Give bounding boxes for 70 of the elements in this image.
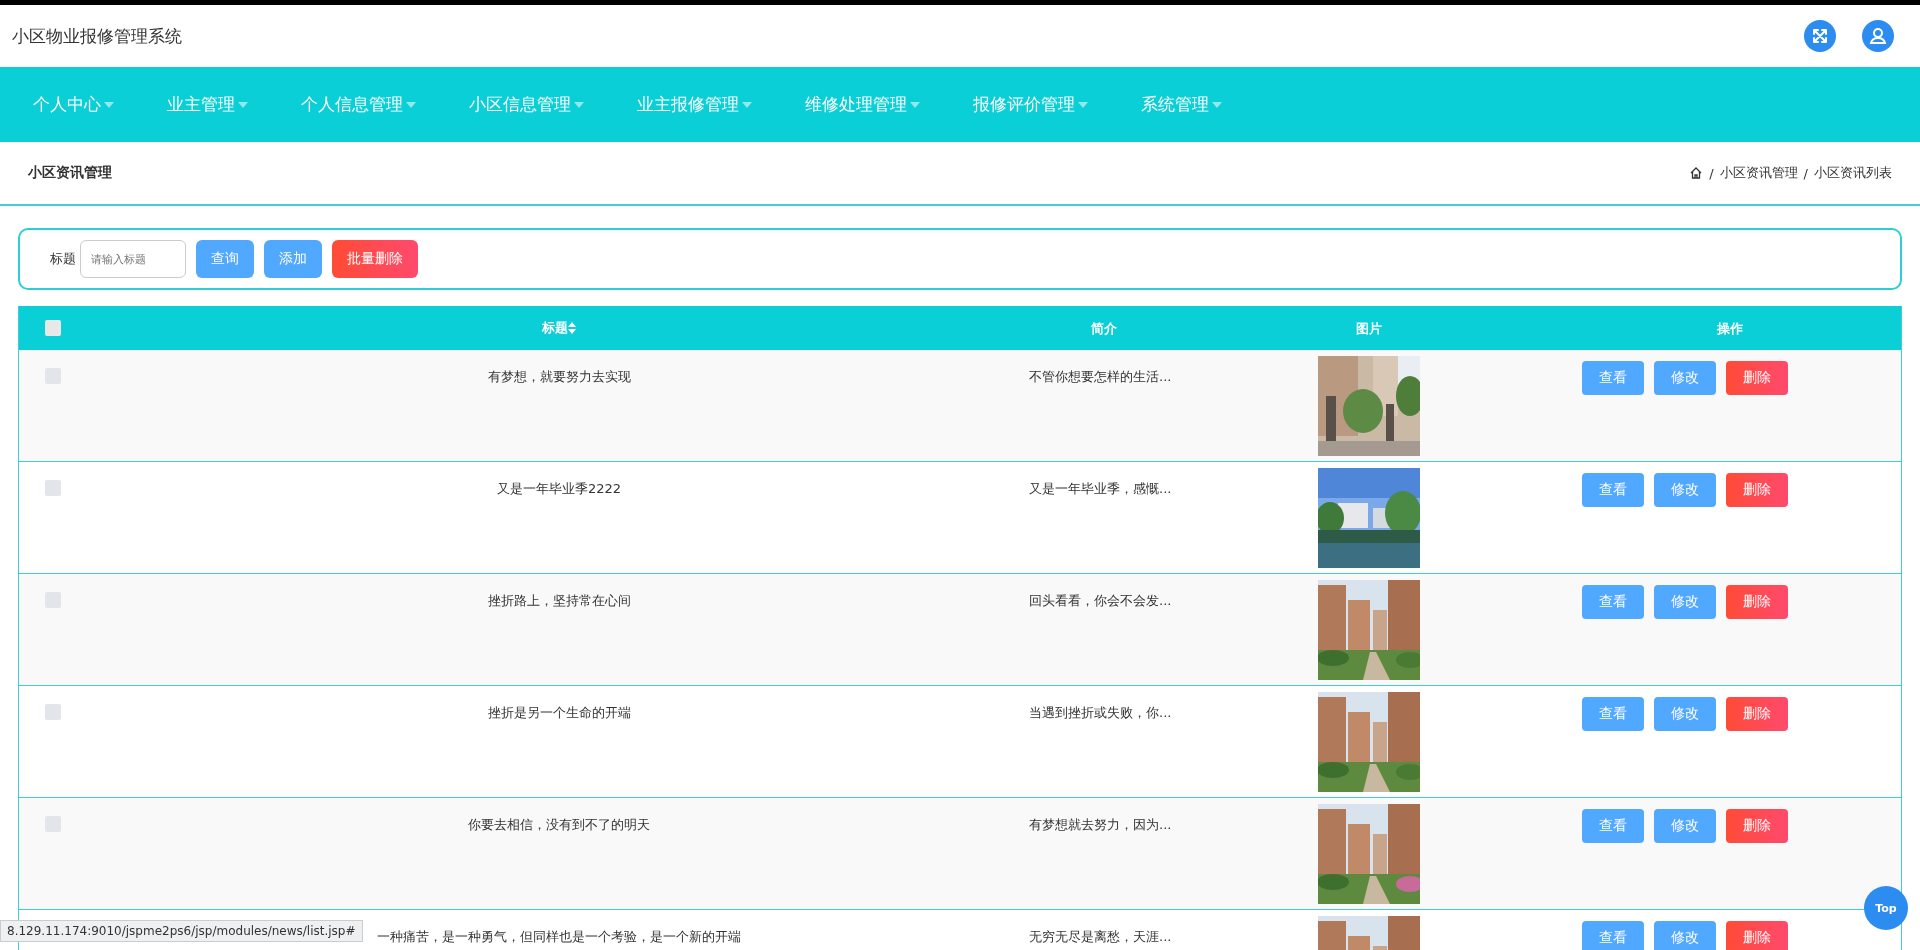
breadcrumb-separator: / xyxy=(1803,165,1808,181)
view-button[interactable]: 查看 xyxy=(1582,921,1644,950)
intro-cell: 不管你想要怎样的生活... xyxy=(1029,369,1172,384)
edit-button[interactable]: 修改 xyxy=(1654,473,1716,507)
title-cell: 挫折是另一个生命的开端 xyxy=(487,705,631,720)
select-all-checkbox[interactable] xyxy=(45,320,61,336)
nav-menu-item[interactable]: 个人中心 xyxy=(33,93,114,116)
caret-icon[interactable] xyxy=(910,101,920,108)
delete-button[interactable]: 删除 xyxy=(1726,809,1788,843)
title-cell: 挫折路上，坚持常在心间 xyxy=(487,593,631,608)
caret-icon[interactable] xyxy=(406,101,416,108)
delete-button[interactable]: 删除 xyxy=(1726,585,1788,619)
nav-menu-item[interactable]: 小区信息管理 xyxy=(469,93,584,116)
home-icon[interactable] xyxy=(1689,166,1704,180)
delete-button[interactable]: 删除 xyxy=(1726,361,1788,395)
nav-menu-item[interactable]: 维修处理管理 xyxy=(805,93,920,116)
title-input[interactable]: 请输入标题 xyxy=(80,240,186,278)
user-icon[interactable] xyxy=(1862,20,1894,52)
nav-menu-item[interactable]: 业主报修管理 xyxy=(637,93,752,116)
intro-cell: 回头看看，你会不会发... xyxy=(1029,593,1172,608)
breadcrumb-link[interactable]: 小区资讯管理 xyxy=(1719,164,1798,182)
view-button[interactable]: 查看 xyxy=(1582,697,1644,731)
search-bar-button[interactable]: 添加 xyxy=(264,240,322,278)
column-header: 操作 xyxy=(1717,321,1743,336)
title-cell: 一种痛苦，是一种勇气，但同样也是一个考验，是一个新的开端 xyxy=(377,929,741,944)
nav-menu-item[interactable]: 个人信息管理 xyxy=(301,93,416,116)
app-title: 小区物业报修管理系统 xyxy=(12,24,182,48)
title-cell: 又是一年毕业季2222 xyxy=(496,481,622,496)
edit-button[interactable]: 修改 xyxy=(1654,697,1716,731)
view-button[interactable]: 查看 xyxy=(1582,809,1644,843)
search-label: 标题 xyxy=(50,250,76,268)
search-bar-button[interactable]: 查询 xyxy=(196,240,254,278)
intro-cell: 有梦想就去努力，因为... xyxy=(1029,817,1172,832)
view-button[interactable]: 查看 xyxy=(1582,361,1644,395)
caret-icon[interactable] xyxy=(238,101,248,108)
column-header: 图片 xyxy=(1356,321,1382,336)
delete-button[interactable]: 删除 xyxy=(1726,921,1788,950)
page-title: 小区资讯管理 xyxy=(28,164,112,182)
delete-button[interactable]: 删除 xyxy=(1726,473,1788,507)
caret-icon[interactable] xyxy=(1212,101,1222,108)
intro-cell: 又是一年毕业季，感慨... xyxy=(1029,481,1172,496)
fullscreen-icon[interactable] xyxy=(1804,20,1836,52)
sort-icon[interactable] xyxy=(568,322,576,334)
batch-delete-button[interactable]: 批量删除 xyxy=(332,240,418,278)
intro-cell: 当遇到挫折或失败，你... xyxy=(1029,705,1172,720)
status-url: 8.129.11.174:9010/jspme2ps6/jsp/modules/news/list.jsp# xyxy=(0,920,363,942)
nav-menu-item[interactable]: 系统管理 xyxy=(1141,93,1222,116)
breadcrumb-separator: / xyxy=(1709,165,1714,181)
caret-icon[interactable] xyxy=(574,101,584,108)
column-header[interactable]: 标题 xyxy=(542,319,568,337)
caret-icon[interactable] xyxy=(1078,101,1088,108)
view-button[interactable]: 查看 xyxy=(1582,585,1644,619)
back-to-top-button[interactable]: Top xyxy=(1864,886,1908,930)
column-header: 简介 xyxy=(1091,321,1117,336)
caret-icon[interactable] xyxy=(104,101,114,108)
nav-menu-item[interactable]: 业主管理 xyxy=(167,93,248,116)
nav-menu-item[interactable]: 报修评价管理 xyxy=(973,93,1088,116)
breadcrumb-link[interactable]: 小区资讯列表 xyxy=(1814,164,1892,182)
edit-button[interactable]: 修改 xyxy=(1654,585,1716,619)
view-button[interactable]: 查看 xyxy=(1582,473,1644,507)
edit-button[interactable]: 修改 xyxy=(1654,361,1716,395)
title-cell: 你要去相信，没有到不了的明天 xyxy=(468,817,650,832)
intro-cell: 无穷无尽是离愁，天涯... xyxy=(1029,929,1172,944)
caret-icon[interactable] xyxy=(742,101,752,108)
edit-button[interactable]: 修改 xyxy=(1654,809,1716,843)
edit-button[interactable]: 修改 xyxy=(1654,921,1716,950)
delete-button[interactable]: 删除 xyxy=(1726,697,1788,731)
title-cell: 有梦想，就要努力去实现 xyxy=(487,369,631,384)
row-checkbox[interactable] xyxy=(45,480,61,496)
row-checkbox[interactable] xyxy=(45,704,61,720)
